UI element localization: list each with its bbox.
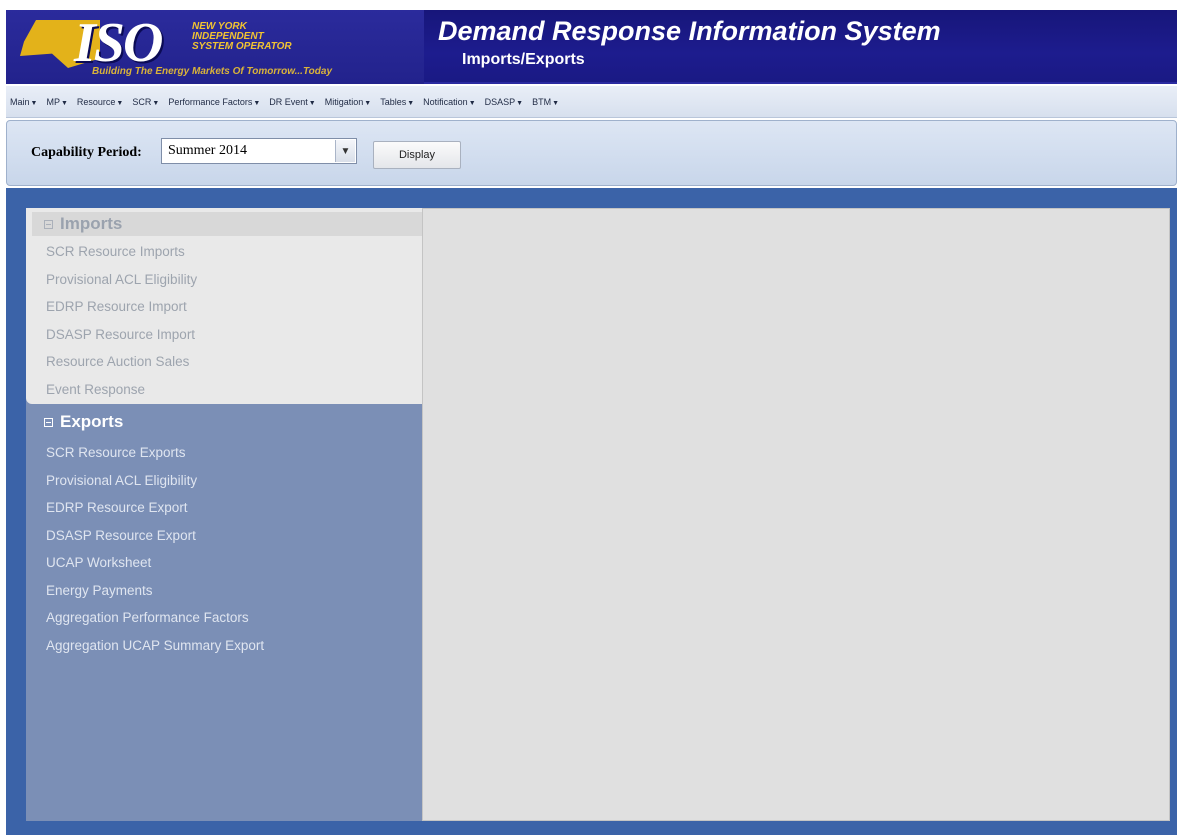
nav-link-ucap-worksheet[interactable]: UCAP Worksheet: [46, 549, 264, 577]
capability-period-filter: Capability Period: Summer 2014 ▼ Display: [6, 120, 1177, 186]
nav-link-dsasp-resource-import[interactable]: DSASP Resource Import: [46, 321, 197, 349]
capability-period-label: Capability Period:: [31, 145, 142, 160]
caret-down-icon: ▼: [468, 99, 476, 107]
menu-performance-factors[interactable]: Performance Factors▼: [168, 97, 260, 107]
exports-title: Exports: [60, 412, 124, 431]
main-area: Imports SCR Resource Imports Provisional…: [6, 188, 1177, 835]
main-menu-bar: Main▼ MP▼ Resource▼ SCR▼ Performance Fac…: [6, 86, 1177, 118]
caret-down-icon: ▼: [516, 99, 524, 107]
nav-link-scr-resource-exports[interactable]: SCR Resource Exports: [46, 439, 264, 467]
imports-title: Imports: [60, 214, 123, 233]
caret-down-icon: ▼: [308, 99, 316, 107]
menu-label: Performance Factors: [168, 96, 253, 107]
nav-link-edrp-resource-export[interactable]: EDRP Resource Export: [46, 494, 264, 522]
menu-label: DR Event: [269, 96, 308, 107]
imports-exports-sidebar: Imports SCR Resource Imports Provisional…: [26, 208, 422, 821]
imports-header[interactable]: Imports: [32, 212, 422, 236]
menu-label: Tables: [380, 96, 407, 107]
menu-scr[interactable]: SCR▼: [132, 97, 159, 107]
collapse-icon[interactable]: [44, 219, 53, 229]
menu-label: SCR: [132, 96, 152, 107]
caret-down-icon: ▼: [60, 99, 68, 107]
menu-notification[interactable]: Notification▼: [423, 97, 475, 107]
logo-org-name: New York Independent System Operator: [192, 22, 342, 52]
nav-link-provisional-acl-eligibility-export[interactable]: Provisional ACL Eligibility: [46, 467, 264, 495]
logo-mark: ISO: [74, 12, 163, 74]
menu-label: Notification: [423, 96, 468, 107]
caret-down-icon: ▼: [116, 99, 124, 107]
nav-link-edrp-resource-import[interactable]: EDRP Resource Import: [46, 293, 197, 321]
menu-label: MP: [46, 96, 60, 107]
nav-link-aggregation-performance-factors[interactable]: Aggregation Performance Factors: [46, 604, 264, 632]
app-header: ISO New York Independent System Operator…: [6, 10, 1177, 84]
collapse-icon[interactable]: [44, 417, 53, 427]
capability-period-select[interactable]: Summer 2014 ▼: [161, 138, 357, 164]
imports-section: Imports SCR Resource Imports Provisional…: [26, 208, 422, 404]
menu-tables[interactable]: Tables▼: [380, 97, 414, 107]
menu-label: DSASP: [484, 96, 516, 107]
menu-label: BTM: [532, 96, 552, 107]
menu-label: Mitigation: [324, 96, 364, 107]
display-button[interactable]: Display: [373, 141, 461, 169]
caret-down-icon: ▼: [552, 99, 560, 107]
menu-resource[interactable]: Resource▼: [77, 97, 123, 107]
caret-down-icon: ▼: [30, 99, 38, 107]
nav-link-aggregation-ucap-summary-export[interactable]: Aggregation UCAP Summary Export: [46, 632, 264, 660]
caret-down-icon: ▼: [407, 99, 415, 107]
content-panel: [422, 208, 1170, 821]
exports-header[interactable]: Exports: [44, 412, 123, 432]
menu-mitigation[interactable]: Mitigation▼: [325, 97, 371, 107]
nyiso-logo[interactable]: ISO New York Independent System Operator…: [6, 10, 424, 84]
nav-link-provisional-acl-eligibility-import[interactable]: Provisional ACL Eligibility: [46, 266, 197, 294]
nav-link-dsasp-resource-export[interactable]: DSASP Resource Export: [46, 522, 264, 550]
menu-dsasp[interactable]: DSASP▼: [485, 97, 523, 107]
caret-down-icon: ▼: [253, 99, 261, 107]
logo-org-line: System Operator: [192, 41, 292, 52]
menu-mp[interactable]: MP▼: [46, 97, 67, 107]
nav-link-resource-auction-sales[interactable]: Resource Auction Sales: [46, 348, 197, 376]
logo-tagline: Building The Energy Markets Of Tomorrow.…: [92, 66, 333, 77]
nav-link-energy-payments[interactable]: Energy Payments: [46, 577, 264, 605]
menu-label: Main: [10, 96, 30, 107]
menu-dr-event[interactable]: DR Event▼: [269, 97, 315, 107]
chevron-down-icon[interactable]: ▼: [335, 140, 355, 162]
exports-list: SCR Resource Exports Provisional ACL Eli…: [46, 439, 264, 659]
capability-period-value: Summer 2014: [168, 143, 247, 158]
nav-link-scr-resource-imports[interactable]: SCR Resource Imports: [46, 238, 197, 266]
app-title: Demand Response Information System: [438, 16, 941, 46]
menu-main[interactable]: Main▼: [10, 97, 37, 107]
menu-btm[interactable]: BTM▼: [532, 97, 559, 107]
caret-down-icon: ▼: [152, 99, 160, 107]
imports-list: SCR Resource Imports Provisional ACL Eli…: [46, 238, 197, 403]
menu-label: Resource: [76, 96, 116, 107]
caret-down-icon: ▼: [364, 99, 372, 107]
page-subtitle: Imports/Exports: [462, 51, 585, 68]
nav-link-event-response[interactable]: Event Response: [46, 376, 197, 404]
